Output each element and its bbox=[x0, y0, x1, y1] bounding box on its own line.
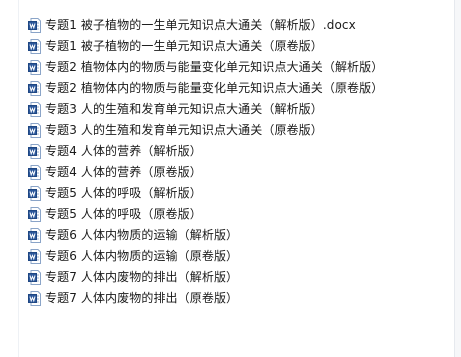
file-item[interactable]: 专题6 人体内物质的运输（解析版） bbox=[28, 225, 383, 246]
file-item[interactable]: 专题3 人的生殖和发育单元知识点大通关（解析版） bbox=[28, 99, 383, 120]
file-list: 专题1 被子植物的一生单元知识点大通关（解析版）.docx 专题1 被子植物的一生… bbox=[28, 15, 383, 309]
vertical-scrollbar[interactable] bbox=[454, 0, 461, 357]
file-item[interactable]: 专题3 人的生殖和发育单元知识点大通关（原卷版） bbox=[28, 120, 383, 141]
file-name: 专题1 被子植物的一生单元知识点大通关（解析版）.docx bbox=[45, 18, 356, 32]
file-item[interactable]: 专题6 人体内物质的运输（原卷版） bbox=[28, 246, 383, 267]
file-name: 专题7 人体内废物的排出（解析版） bbox=[45, 270, 239, 284]
word-doc-icon bbox=[28, 18, 41, 33]
file-name: 专题6 人体内物质的运输（解析版） bbox=[45, 228, 239, 242]
file-name: 专题4 人体的营养（解析版） bbox=[45, 144, 202, 158]
file-name: 专题6 人体内物质的运输（原卷版） bbox=[45, 249, 239, 263]
file-item[interactable]: 专题4 人体的营养（原卷版） bbox=[28, 162, 383, 183]
file-item[interactable]: 专题2 植物体内的物质与能量变化单元知识点大通关（解析版） bbox=[28, 57, 383, 78]
file-item[interactable]: 专题7 人体内废物的排出（原卷版） bbox=[28, 288, 383, 309]
file-name: 专题5 人体的呼吸（解析版） bbox=[45, 186, 202, 200]
word-doc-icon bbox=[28, 270, 41, 285]
file-name: 专题2 植物体内的物质与能量变化单元知识点大通关（原卷版） bbox=[45, 81, 384, 95]
file-name: 专题2 植物体内的物质与能量变化单元知识点大通关（解析版） bbox=[45, 60, 384, 74]
file-name: 专题1 被子植物的一生单元知识点大通关（原卷版） bbox=[45, 39, 323, 53]
file-name: 专题3 人的生殖和发育单元知识点大通关（解析版） bbox=[45, 102, 323, 116]
file-item[interactable]: 专题5 人体的呼吸（解析版） bbox=[28, 183, 383, 204]
file-item[interactable]: 专题4 人体的营养（解析版） bbox=[28, 141, 383, 162]
window-top-edge bbox=[0, 0, 461, 6]
word-doc-icon bbox=[28, 60, 41, 75]
word-doc-icon bbox=[28, 207, 41, 222]
word-doc-icon bbox=[28, 81, 41, 96]
file-item[interactable]: 专题5 人体的呼吸（原卷版） bbox=[28, 204, 383, 225]
word-doc-icon bbox=[28, 186, 41, 201]
word-doc-icon bbox=[28, 291, 41, 306]
word-doc-icon bbox=[28, 144, 41, 159]
file-name: 专题5 人体的呼吸（原卷版） bbox=[45, 207, 202, 221]
file-item[interactable]: 专题1 被子植物的一生单元知识点大通关（解析版）.docx bbox=[28, 15, 383, 36]
navigation-pane-edge bbox=[0, 0, 19, 357]
word-doc-icon bbox=[28, 123, 41, 138]
file-item[interactable]: 专题1 被子植物的一生单元知识点大通关（原卷版） bbox=[28, 36, 383, 57]
word-doc-icon bbox=[28, 165, 41, 180]
file-item[interactable]: 专题7 人体内废物的排出（解析版） bbox=[28, 267, 383, 288]
word-doc-icon bbox=[28, 102, 41, 117]
word-doc-icon bbox=[28, 249, 41, 264]
word-doc-icon bbox=[28, 228, 41, 243]
word-doc-icon bbox=[28, 39, 41, 54]
file-name: 专题7 人体内废物的排出（原卷版） bbox=[45, 291, 239, 305]
file-name: 专题4 人体的营养（原卷版） bbox=[45, 165, 202, 179]
file-name: 专题3 人的生殖和发育单元知识点大通关（原卷版） bbox=[45, 123, 323, 137]
file-item[interactable]: 专题2 植物体内的物质与能量变化单元知识点大通关（原卷版） bbox=[28, 78, 383, 99]
